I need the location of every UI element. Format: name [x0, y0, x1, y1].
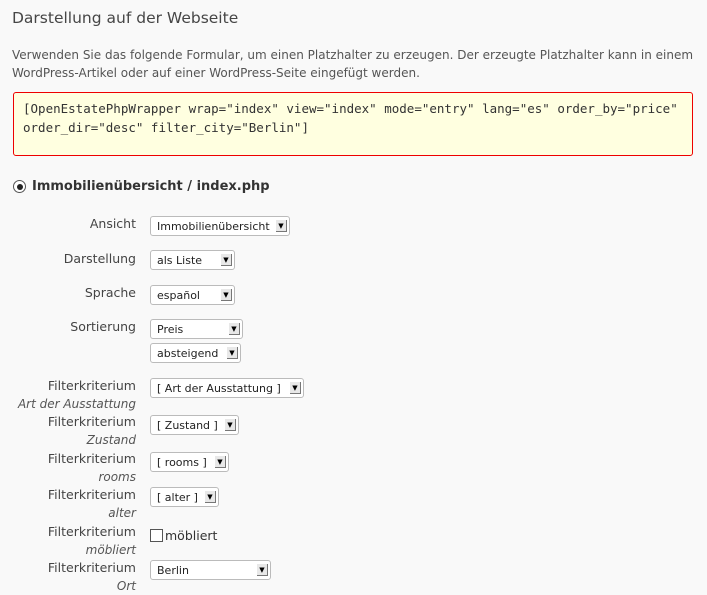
- select-value: absteigend: [157, 346, 219, 360]
- intro-text: Verwenden Sie das folgende Formular, um …: [12, 48, 694, 80]
- select-filter-zustand[interactable]: [ Zustand ] ▼: [150, 415, 239, 435]
- select-value: [ rooms ]: [157, 455, 207, 469]
- select-darstellung[interactable]: als Liste ▼: [150, 250, 235, 270]
- page-title: Darstellung auf der Webseite: [12, 9, 239, 27]
- label-filter-moebliert: Filterkriterium möbliert: [47, 524, 136, 557]
- chevron-down-icon: ▼: [257, 564, 268, 576]
- select-ansicht[interactable]: Immobilienübersicht ▼: [150, 216, 290, 236]
- select-filter-ort[interactable]: Berlin ▼: [150, 560, 271, 580]
- checkbox-icon[interactable]: [150, 529, 163, 542]
- label-sortierung: Sortierung: [70, 319, 136, 334]
- radio-icon[interactable]: [13, 180, 26, 193]
- chevron-down-icon: ▼: [221, 254, 232, 266]
- select-value: [ Art der Ausstattung ]: [157, 381, 281, 395]
- select-value: als Liste: [157, 253, 203, 267]
- label-filter-rooms: Filterkriterium rooms: [47, 451, 136, 484]
- select-sort-direction[interactable]: absteigend ▼: [150, 343, 241, 363]
- section-label: Immobilienübersicht / index.php: [32, 179, 270, 194]
- chevron-down-icon: ▼: [290, 382, 301, 394]
- section-radio[interactable]: Immobilienübersicht / index.php: [13, 179, 270, 194]
- label-filter-ort: Filterkriterium Ort: [47, 560, 136, 593]
- label-filter-ausstattung: Filterkriterium Art der Ausstattung: [17, 378, 136, 411]
- select-value: [ alter ]: [157, 490, 198, 504]
- chevron-down-icon: ▼: [225, 419, 236, 431]
- label-filter-alter: Filterkriterium alter: [47, 487, 136, 520]
- label-filter-zustand: Filterkriterium Zustand: [47, 414, 136, 447]
- checkbox-label: möbliert: [165, 528, 218, 543]
- chevron-down-icon: ▼: [227, 347, 238, 359]
- label-sprache: Sprache: [84, 285, 136, 300]
- select-value: español: [157, 288, 200, 302]
- select-value: Berlin: [157, 563, 189, 577]
- select-value: [ Zustand ]: [157, 418, 218, 432]
- checkbox-moebliert[interactable]: möbliert: [150, 528, 217, 543]
- chevron-down-icon: ▼: [276, 220, 287, 232]
- select-sprache[interactable]: español ▼: [150, 285, 235, 305]
- select-value: Preis: [157, 322, 184, 336]
- select-sortierung[interactable]: Preis ▼: [150, 319, 243, 339]
- chevron-down-icon: ▼: [221, 289, 232, 301]
- chevron-down-icon: ▼: [205, 491, 216, 503]
- select-filter-rooms[interactable]: [ rooms ] ▼: [150, 452, 229, 472]
- chevron-down-icon: ▼: [229, 323, 240, 335]
- label-ansicht: Ansicht: [89, 216, 136, 231]
- select-filter-ausstattung[interactable]: [ Art der Ausstattung ] ▼: [150, 378, 304, 398]
- shortcode-box[interactable]: [OpenEstatePhpWrapper wrap="index" view=…: [13, 92, 693, 156]
- label-darstellung: Darstellung: [63, 251, 136, 266]
- chevron-down-icon: ▼: [215, 456, 226, 468]
- select-filter-alter[interactable]: [ alter ] ▼: [150, 487, 219, 507]
- select-value: Immobilienübersicht: [157, 219, 270, 233]
